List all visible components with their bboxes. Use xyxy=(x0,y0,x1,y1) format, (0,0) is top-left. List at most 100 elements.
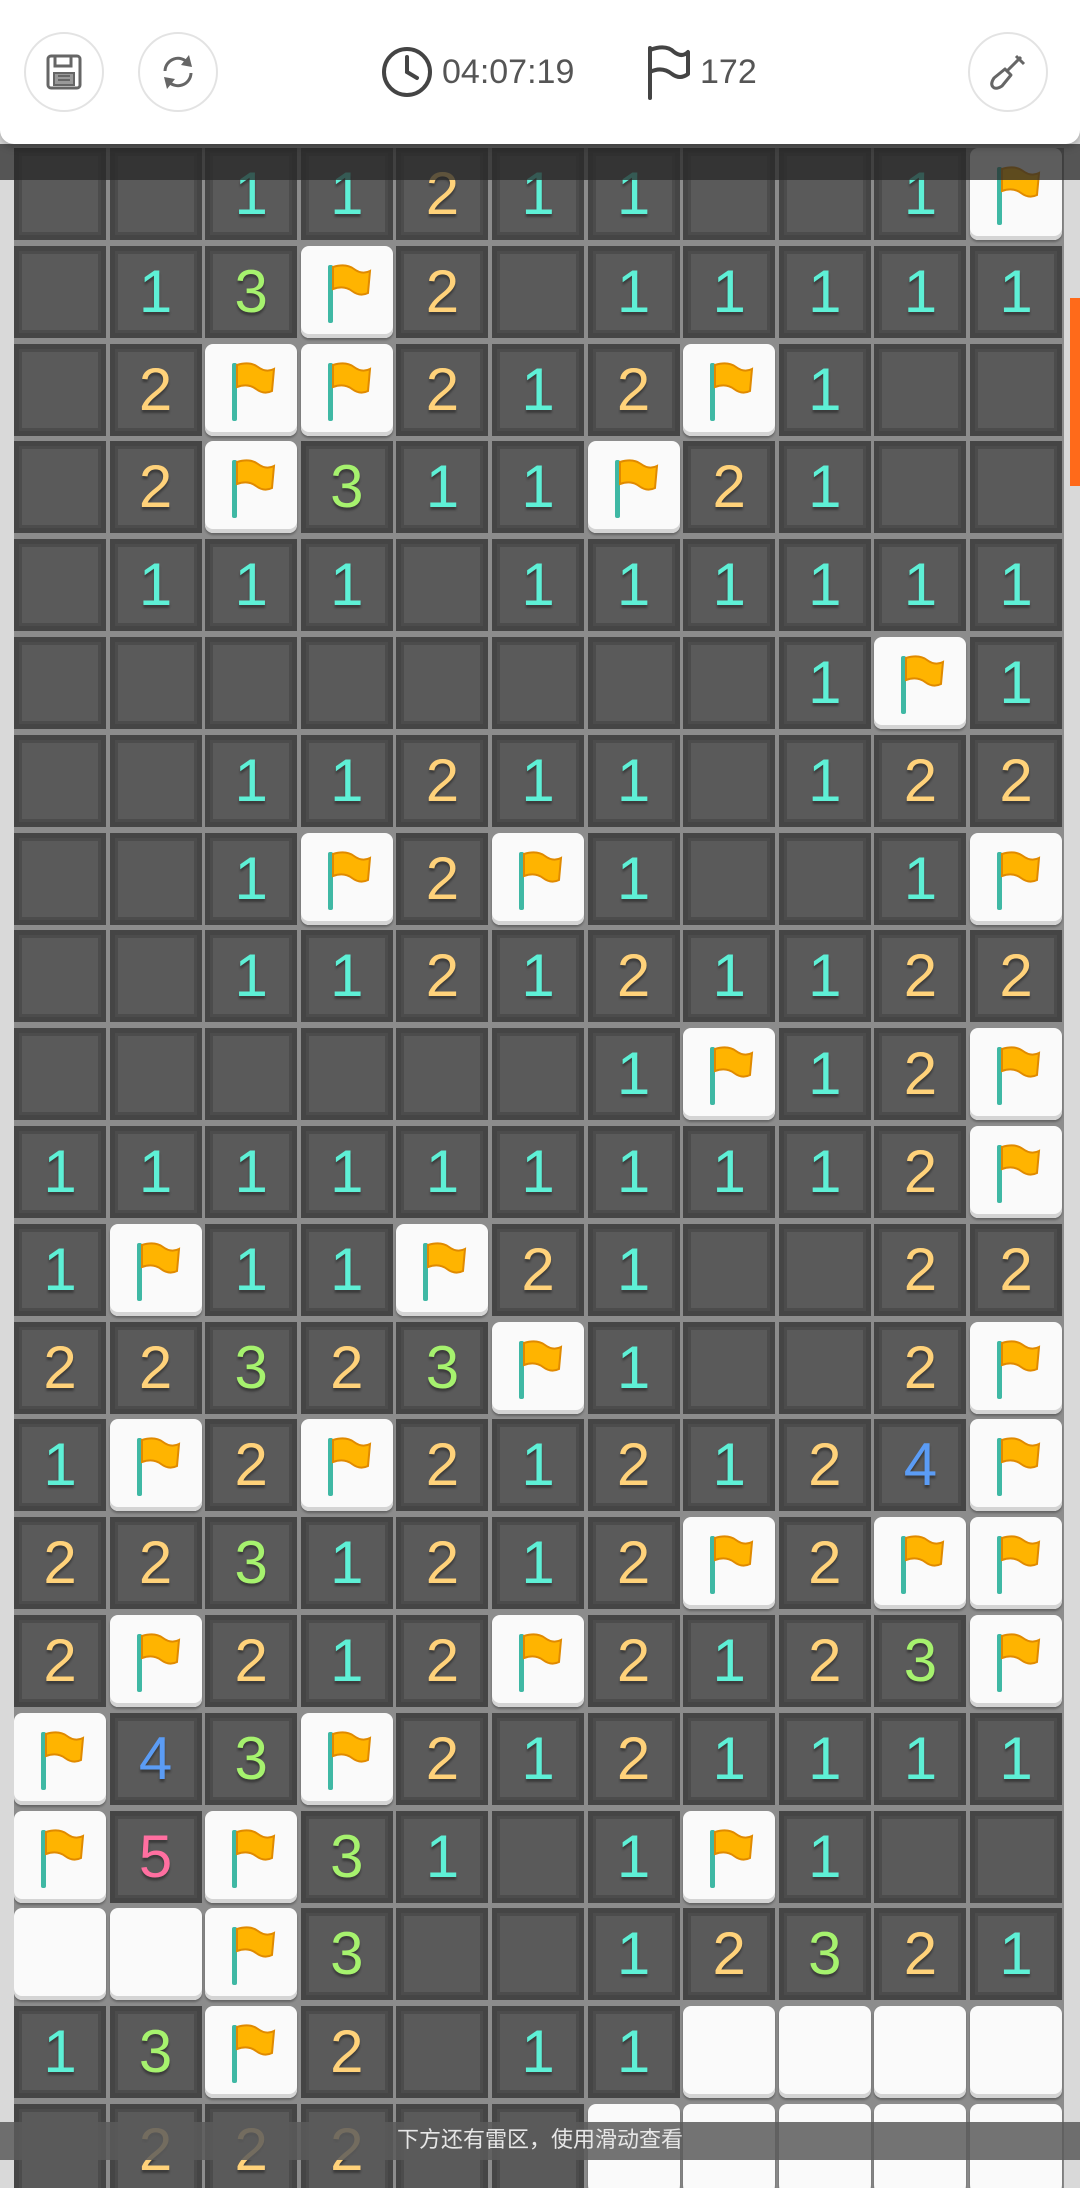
number-cell[interactable]: 1 xyxy=(874,1712,967,1805)
number-cell[interactable]: 1 xyxy=(778,930,871,1023)
empty-cell[interactable] xyxy=(14,441,106,534)
number-cell[interactable]: 2 xyxy=(396,832,489,925)
number-cell[interactable]: 2 xyxy=(587,1517,680,1610)
number-cell[interactable]: 1 xyxy=(205,734,298,827)
number-cell[interactable]: 3 xyxy=(778,1908,871,2001)
number-cell[interactable]: 1 xyxy=(396,441,489,534)
number-cell[interactable]: 2 xyxy=(205,1419,298,1512)
number-cell[interactable]: 3 xyxy=(109,2006,202,2099)
number-cell[interactable]: 1 xyxy=(492,930,584,1023)
number-cell[interactable]: 1 xyxy=(874,245,967,338)
number-cell[interactable]: 3 xyxy=(205,1517,298,1610)
dig-mode-button[interactable] xyxy=(968,32,1048,112)
number-cell[interactable]: 1 xyxy=(396,1810,489,1903)
number-cell[interactable]: 2 xyxy=(14,1321,106,1414)
number-cell[interactable]: 1 xyxy=(492,1419,584,1512)
number-cell[interactable]: 2 xyxy=(683,441,776,534)
flagged-cell[interactable] xyxy=(683,1028,776,1121)
number-cell[interactable]: 2 xyxy=(396,930,489,1023)
number-cell[interactable]: 2 xyxy=(587,1419,680,1512)
number-cell[interactable]: 3 xyxy=(874,1615,967,1707)
number-cell[interactable]: 1 xyxy=(300,1615,393,1707)
number-cell[interactable]: 2 xyxy=(683,1908,776,2001)
flagged-cell[interactable] xyxy=(683,1517,776,1610)
flagged-cell[interactable] xyxy=(109,1615,202,1707)
number-cell[interactable]: 2 xyxy=(396,343,489,436)
number-cell[interactable]: 1 xyxy=(778,245,871,338)
number-cell[interactable]: 1 xyxy=(587,539,680,632)
number-cell[interactable]: 2 xyxy=(587,1615,680,1707)
flagged-cell[interactable] xyxy=(683,1810,776,1903)
flagged-cell[interactable] xyxy=(14,1810,106,1903)
number-cell[interactable]: 2 xyxy=(396,734,489,827)
number-cell[interactable]: 3 xyxy=(300,441,393,534)
flagged-cell[interactable] xyxy=(205,1908,298,2001)
number-cell[interactable]: 1 xyxy=(683,1126,776,1218)
flagged-cell[interactable] xyxy=(970,1419,1062,1512)
number-cell[interactable]: 1 xyxy=(587,2006,680,2099)
flagged-cell[interactable] xyxy=(587,441,680,534)
number-cell[interactable]: 3 xyxy=(300,1908,393,2001)
number-cell[interactable]: 2 xyxy=(874,1223,967,1316)
number-cell[interactable]: 2 xyxy=(874,734,967,827)
flagged-cell[interactable] xyxy=(14,1712,106,1805)
number-cell[interactable]: 1 xyxy=(396,1126,489,1218)
empty-cell[interactable] xyxy=(109,734,202,827)
empty-cell[interactable] xyxy=(14,343,106,436)
number-cell[interactable]: 1 xyxy=(683,1419,776,1512)
number-cell[interactable]: 2 xyxy=(396,1615,489,1707)
empty-cell[interactable] xyxy=(14,1028,106,1121)
empty-cell[interactable] xyxy=(492,1810,584,1903)
number-cell[interactable]: 1 xyxy=(587,832,680,925)
scroll-indicator[interactable] xyxy=(1070,298,1080,486)
number-cell[interactable]: 2 xyxy=(587,1712,680,1805)
number-cell[interactable]: 4 xyxy=(874,1419,967,1512)
flagged-cell[interactable] xyxy=(970,1321,1062,1414)
flagged-cell[interactable] xyxy=(109,1419,202,1512)
empty-cell[interactable] xyxy=(396,637,489,729)
number-cell[interactable]: 1 xyxy=(778,734,871,827)
number-cell[interactable]: 1 xyxy=(587,1126,680,1218)
empty-cell[interactable] xyxy=(14,832,106,925)
empty-cell[interactable] xyxy=(778,832,871,925)
number-cell[interactable]: 2 xyxy=(874,1321,967,1414)
flagged-cell[interactable] xyxy=(492,832,584,925)
number-cell[interactable]: 2 xyxy=(587,930,680,1023)
number-cell[interactable]: 3 xyxy=(205,1712,298,1805)
number-cell[interactable]: 2 xyxy=(492,1223,584,1316)
empty-cell[interactable] xyxy=(396,1908,489,2001)
empty-cell[interactable] xyxy=(778,1321,871,1414)
number-cell[interactable]: 1 xyxy=(300,539,393,632)
number-cell[interactable]: 1 xyxy=(205,539,298,632)
number-cell[interactable]: 1 xyxy=(300,1126,393,1218)
number-cell[interactable]: 1 xyxy=(587,1810,680,1903)
empty-cell[interactable] xyxy=(396,2006,489,2099)
number-cell[interactable]: 1 xyxy=(970,539,1062,632)
number-cell[interactable]: 1 xyxy=(492,1126,584,1218)
number-cell[interactable]: 2 xyxy=(778,1615,871,1707)
number-cell[interactable]: 2 xyxy=(396,1419,489,1512)
flagged-cell[interactable] xyxy=(970,1517,1062,1610)
empty-cell[interactable] xyxy=(874,441,967,534)
flagged-cell[interactable] xyxy=(109,1223,202,1316)
number-cell[interactable]: 1 xyxy=(14,1223,106,1316)
number-cell[interactable]: 2 xyxy=(109,343,202,436)
number-cell[interactable]: 1 xyxy=(778,343,871,436)
empty-cell[interactable] xyxy=(300,1028,393,1121)
number-cell[interactable]: 2 xyxy=(874,930,967,1023)
empty-cell[interactable] xyxy=(492,245,584,338)
number-cell[interactable]: 1 xyxy=(683,539,776,632)
flagged-cell[interactable] xyxy=(874,637,967,729)
number-cell[interactable]: 1 xyxy=(587,1223,680,1316)
unopened-cell[interactable] xyxy=(778,2006,871,2099)
empty-cell[interactable] xyxy=(970,1810,1062,1903)
unopened-cell[interactable] xyxy=(874,2006,967,2099)
number-cell[interactable]: 5 xyxy=(109,1810,202,1903)
number-cell[interactable]: 1 xyxy=(874,832,967,925)
empty-cell[interactable] xyxy=(14,637,106,729)
number-cell[interactable]: 2 xyxy=(14,1517,106,1610)
empty-cell[interactable] xyxy=(683,1321,776,1414)
flagged-cell[interactable] xyxy=(970,1615,1062,1707)
number-cell[interactable]: 2 xyxy=(109,441,202,534)
number-cell[interactable]: 1 xyxy=(778,1810,871,1903)
